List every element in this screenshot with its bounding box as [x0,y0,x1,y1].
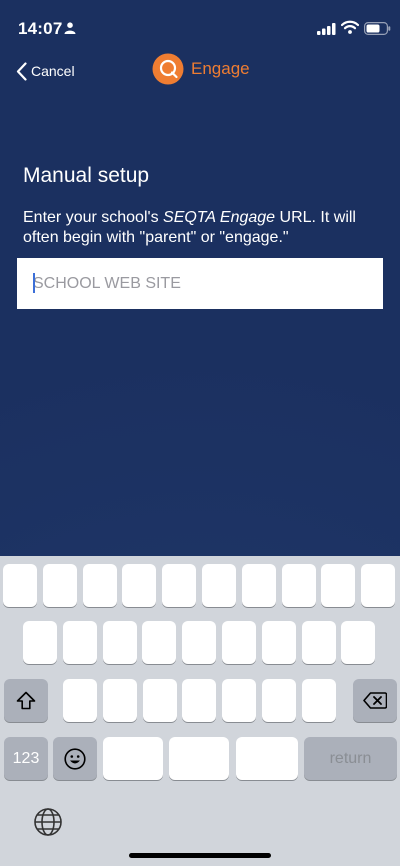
key-d[interactable]: d [102,621,137,664]
battery-icon [364,22,391,35]
key-v[interactable]: v [182,679,217,722]
instructions-text: Enter your school's SEQTA Engage URL. It… [23,209,356,246]
key-x[interactable]: x [102,679,137,722]
key-t[interactable]: t [162,564,197,607]
key-k[interactable]: k [301,621,336,664]
key-r[interactable]: r [122,564,157,607]
key-m[interactable]: m [301,679,336,722]
key-g[interactable]: g [182,621,217,664]
status-time: 14:07 [18,19,63,38]
key-o[interactable]: o [321,564,356,607]
home-indicator [129,853,271,858]
shift-icon [16,691,36,710]
delete-key[interactable] [353,679,397,722]
dotcom-key[interactable]: .com [236,737,298,780]
slash-key[interactable]: / [169,737,229,780]
cellular-signal-icon [317,23,336,35]
person-icon [64,22,76,34]
key-a[interactable]: a [23,621,57,664]
key-b[interactable]: b [222,679,257,722]
app-brand: Engage [152,53,250,85]
emoji-key[interactable] [53,737,97,780]
school-url-input[interactable] [17,258,383,309]
wifi-icon [341,20,359,34]
shift-key[interactable] [4,679,48,722]
numbers-key[interactable]: 123 [4,737,48,780]
key-z[interactable]: z [63,679,97,722]
emoji-icon [64,747,86,770]
key-i[interactable]: i [281,564,316,607]
page-title: Manual setup [23,164,150,187]
backspace-icon [363,692,387,709]
key-u[interactable]: u [241,564,276,607]
globe-icon[interactable] [33,807,63,837]
return-key[interactable]: return [304,737,397,780]
key-h[interactable]: h [222,621,256,664]
key-n[interactable]: n [262,679,296,722]
key-j[interactable]: j [261,621,296,664]
key-l[interactable]: l [341,621,376,664]
cancel-label: Cancel [31,63,75,79]
app-name: Engage [191,59,250,78]
key-s[interactable]: s [62,621,97,664]
cancel-button[interactable]: Cancel [16,60,75,82]
key-e[interactable]: e [82,564,117,607]
period-key[interactable]: . [103,737,163,780]
key-q[interactable]: q [3,564,37,607]
text-cursor [33,273,35,293]
engage-logo-icon [152,53,184,85]
key-y[interactable]: y [202,564,236,607]
status-bar: 14:07 [0,0,400,56]
key-f[interactable]: f [142,621,177,664]
chevron-left-icon [16,61,27,81]
key-w[interactable]: w [42,564,77,607]
key-c[interactable]: c [142,679,177,722]
key-p[interactable]: p [361,564,396,607]
